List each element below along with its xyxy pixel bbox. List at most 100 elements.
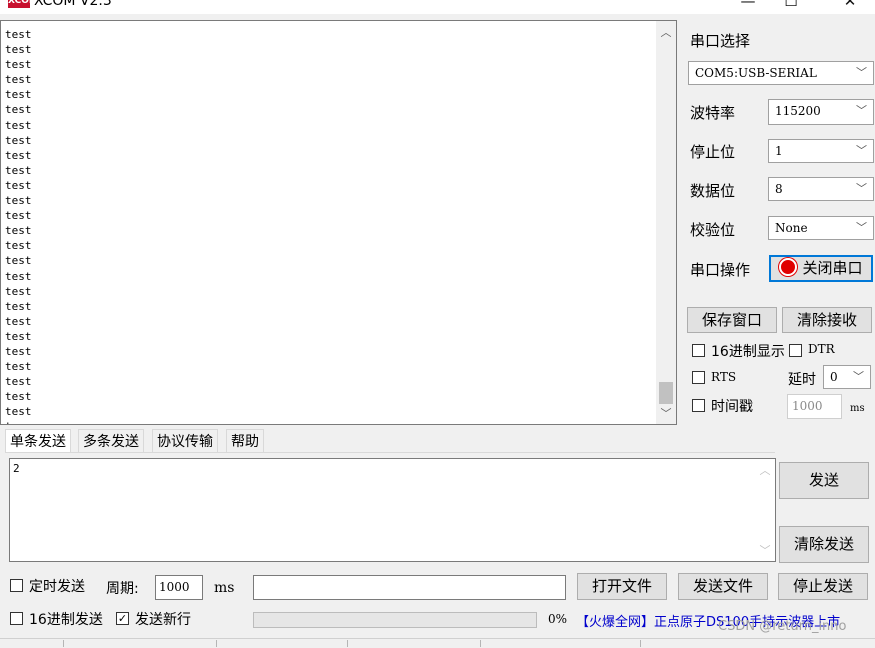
progress-percent: 0% (548, 612, 568, 626)
period-input[interactable]: 1000 (155, 575, 203, 600)
scroll-up-icon[interactable]: ︿ (656, 23, 676, 43)
clear-receive-button[interactable]: 清除接收 (782, 307, 872, 333)
window-title: XCOM V2.3 (34, 0, 112, 9)
receive-line: test (5, 118, 32, 132)
tab-multi-send[interactable]: 多条发送 (78, 429, 144, 453)
rts-label: RTS (711, 370, 737, 384)
receive-line: test (5, 314, 32, 328)
scroll-down-icon[interactable]: ﹀ (656, 404, 676, 424)
receive-line: test (5, 360, 32, 374)
send-newline-checkbox[interactable]: ✓ (116, 612, 129, 625)
receive-line: test (5, 284, 32, 298)
send-text: 2 (13, 462, 20, 475)
timestamp-label: 时间戳 (711, 399, 753, 415)
hex-display-label: 16进制显示 (711, 344, 785, 360)
receive-line: test (5, 269, 32, 283)
parity-value: None (775, 221, 808, 235)
send-textbox[interactable]: 2 ︿ ﹀ (9, 458, 776, 562)
scroll-up-icon[interactable]: ︿ (755, 461, 775, 481)
receive-line: test (5, 209, 32, 223)
watermark: CSDN @return_inno (718, 619, 847, 634)
delay-label: 延时 (788, 372, 816, 388)
chevron-down-icon: ﹀ (856, 66, 867, 79)
receive-line: test (5, 329, 32, 343)
file-path-input[interactable] (253, 575, 566, 600)
dtr-checkbox[interactable] (789, 344, 802, 357)
timed-send-checkbox[interactable] (10, 579, 23, 592)
chevron-down-icon: ﹀ (856, 104, 867, 117)
stop-bits-select[interactable]: 1 ﹀ (768, 139, 874, 163)
status-separator (347, 640, 348, 647)
status-separator (480, 640, 481, 647)
timestamp-input[interactable]: 1000 (787, 394, 842, 419)
port-select-value: COM5:USB-SERIAL (695, 66, 817, 80)
receive-line: test (5, 194, 32, 208)
receive-line: test (5, 103, 32, 117)
close-button[interactable]: ✕ (835, 0, 865, 12)
receive-line: test (5, 148, 32, 162)
tab-divider (5, 452, 775, 453)
tab-single-send[interactable]: 单条发送 (5, 429, 71, 453)
receive-line: test (5, 28, 32, 41)
dtr-label: DTR (808, 342, 835, 356)
send-progress-bar (253, 612, 537, 628)
receive-line: test (5, 178, 32, 192)
receive-line: test (5, 254, 32, 268)
receive-line: test (5, 43, 32, 57)
clear-send-button[interactable]: 清除发送 (779, 526, 869, 563)
hex-send-label: 16进制发送 (29, 612, 103, 628)
period-label: 周期: (106, 581, 139, 597)
data-bits-select[interactable]: 8 ﹀ (768, 177, 874, 201)
delay-select[interactable]: 0 ﹀ (823, 365, 871, 389)
send-button[interactable]: 发送 (779, 462, 869, 499)
port-operation-label: 串口操作 (690, 261, 751, 279)
period-ms-label: ms (214, 580, 235, 596)
receive-line: test (5, 133, 32, 147)
maximize-button[interactable]: ☐ (776, 0, 806, 12)
data-bits-label: 数据位 (690, 182, 736, 200)
stop-send-button[interactable]: 停止发送 (778, 573, 868, 600)
red-status-icon (779, 258, 798, 276)
open-file-button[interactable]: 打开文件 (577, 573, 667, 600)
tab-help[interactable]: 帮助 (226, 429, 264, 453)
parity-select[interactable]: None ﹀ (768, 216, 874, 240)
app-icon: XCOM (8, 0, 38, 8)
receive-line: test (5, 375, 32, 389)
close-port-button[interactable]: 关闭串口 (769, 255, 873, 282)
hex-display-checkbox[interactable] (692, 344, 705, 357)
receive-line: test (5, 390, 32, 404)
chevron-down-icon: ﹀ (856, 221, 867, 234)
scroll-thumb[interactable] (659, 382, 673, 404)
status-separator (640, 640, 641, 647)
receive-line: test (5, 88, 32, 102)
receive-line: tes (5, 419, 32, 424)
minimize-button[interactable]: — (733, 0, 763, 12)
send-scrollbar[interactable]: ︿ ﹀ (755, 459, 775, 561)
baud-value: 115200 (775, 104, 821, 118)
title-bar: XCOM XCOM V2.3 — ☐ ✕ (0, 0, 875, 14)
receive-scrollbar[interactable]: ︿ ﹀ (656, 21, 676, 424)
send-file-button[interactable]: 发送文件 (678, 573, 768, 600)
scroll-down-icon[interactable]: ﹀ (755, 541, 775, 561)
receive-textbox[interactable]: test test test test test test test test test test… (0, 20, 677, 425)
timestamp-checkbox[interactable] (692, 399, 705, 412)
stop-bits-value: 1 (775, 144, 783, 158)
baud-label: 波特率 (690, 104, 736, 122)
timed-send-label: 定时发送 (29, 579, 85, 595)
receive-line: test (5, 163, 32, 177)
hex-send-checkbox[interactable] (10, 612, 23, 625)
receive-line: test (5, 224, 32, 238)
chevron-down-icon: ﹀ (856, 182, 867, 195)
receive-line: test (5, 405, 32, 419)
receive-line: test (5, 299, 32, 313)
delay-value: 0 (830, 370, 838, 384)
data-bits-value: 8 (775, 182, 783, 196)
save-window-button[interactable]: 保存窗口 (687, 307, 777, 333)
chevron-down-icon: ﹀ (856, 144, 867, 157)
rts-checkbox[interactable] (692, 371, 705, 384)
tab-protocol[interactable]: 协议传输 (152, 429, 218, 453)
stop-bits-label: 停止位 (690, 143, 736, 161)
port-select[interactable]: COM5:USB-SERIAL ﹀ (688, 61, 874, 85)
baud-select[interactable]: 115200 ﹀ (768, 99, 874, 125)
receive-line: test (5, 239, 32, 253)
